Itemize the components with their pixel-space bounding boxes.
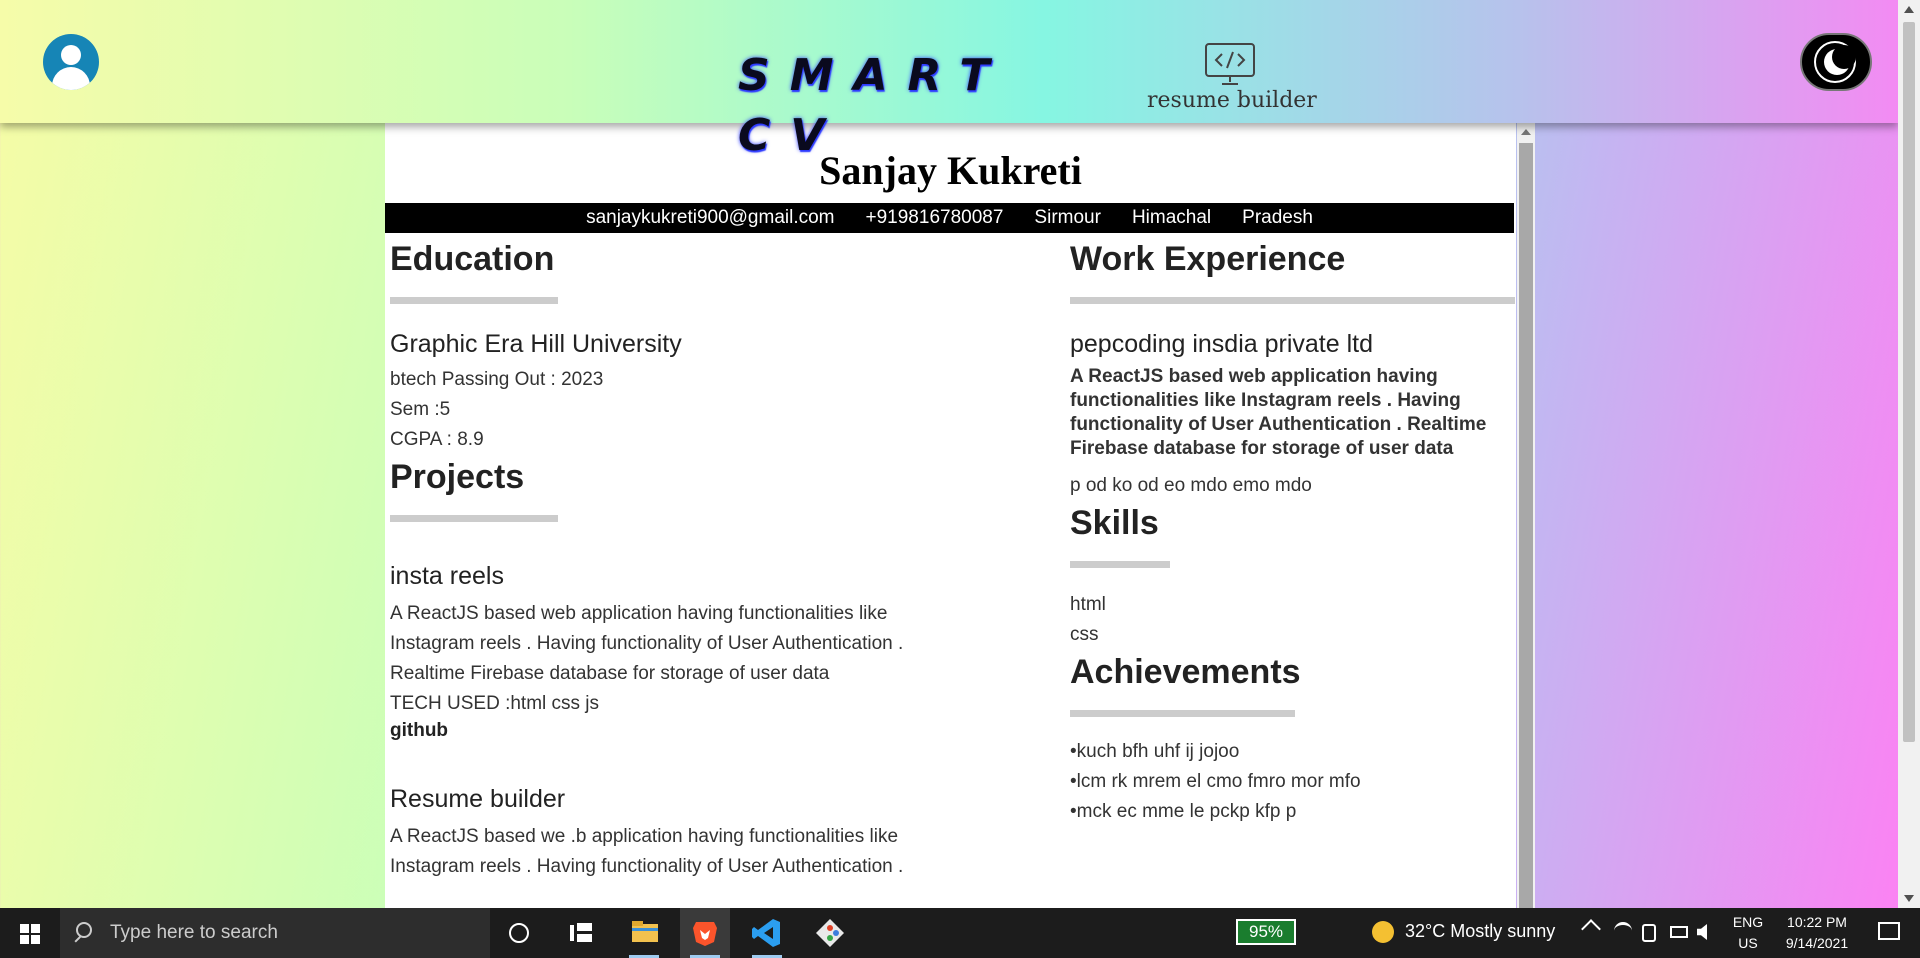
lang-line-2: US [1738, 935, 1758, 951]
project-tech: TECH USED :html css js [390, 693, 600, 714]
scrollbar-thumb[interactable] [1519, 143, 1533, 908]
resume-preview: Sanjay Kukreti sanjaykukreti900@gmail.co… [385, 123, 1516, 908]
scroll-up-icon[interactable] [1904, 6, 1914, 13]
skills-title: Skills [1070, 504, 1159, 542]
scroll-up-icon[interactable] [1521, 129, 1531, 135]
battery-app[interactable]: 95% [1236, 919, 1296, 945]
institution-name: Graphic Era Hill University [390, 330, 682, 358]
cortana-icon[interactable] [509, 923, 529, 943]
education-line: Sem :5 [390, 399, 451, 420]
chevron-up-icon[interactable] [1581, 919, 1601, 939]
task-view-icon[interactable] [570, 923, 592, 943]
project-description: A ReactJS based web application having f… [390, 603, 904, 684]
project-item: insta reels A ReactJS based web applicat… [390, 562, 1040, 743]
taskbar-search-box[interactable]: Type here to search [60, 908, 490, 958]
skill-item: css [1070, 624, 1099, 645]
clock-date: 9/14/2021 [1785, 935, 1849, 951]
clock-time: 10:22 PM [1787, 914, 1847, 930]
git-icon[interactable] [805, 908, 855, 958]
contact-city: Sirmour [1034, 207, 1101, 228]
project-description: A ReactJS based we .b application having… [390, 826, 904, 877]
network-icon[interactable] [1642, 924, 1656, 942]
battery-icon[interactable] [1670, 926, 1688, 938]
work-description: A ReactJS based web application having f… [1070, 366, 1487, 459]
skill-item: html [1070, 594, 1106, 615]
education-line: CGPA : 8.9 [390, 429, 484, 450]
contact-state-2: Pradesh [1242, 207, 1313, 228]
section-divider [390, 515, 558, 522]
contact-phone: +919816780087 [865, 207, 1004, 228]
project-name: Resume builder [390, 785, 566, 813]
project-name: insta reels [390, 562, 504, 590]
input-language[interactable]: ENG US [1728, 912, 1768, 954]
section-divider [1070, 710, 1295, 717]
education-line: btech Passing Out : 2023 [390, 369, 604, 390]
project-item: Resume builder A ReactJS based we .b app… [390, 785, 1040, 882]
contact-email: sanjaykukreti900@gmail.com [586, 207, 835, 228]
notification-icon[interactable] [1878, 922, 1900, 940]
weather-text[interactable]: 32°C Mostly sunny [1405, 921, 1555, 942]
windows-logo-icon [20, 924, 40, 944]
github-link[interactable]: github [390, 719, 1040, 743]
app-header: SMART CV resume builder [0, 0, 1898, 161]
work-experience-title: Work Experience [1070, 240, 1346, 278]
start-button[interactable] [0, 908, 60, 958]
projects-title: Projects [390, 458, 525, 496]
work-note: p od ko od eo mdo emo mdo [1070, 475, 1312, 496]
left-column: Education Graphic Era Hill University bt… [390, 233, 1040, 882]
section-divider [390, 297, 558, 304]
brand-subtitle: resume builder [1147, 88, 1317, 113]
achievement-item: •kuch bfh uhf ij jojoo [1070, 741, 1240, 762]
contact-state-1: Himachal [1131, 207, 1212, 228]
achievement-item: •mck ec mme le pckp kfp p [1070, 801, 1297, 822]
wifi-icon[interactable] [1614, 922, 1632, 940]
section-divider [1070, 561, 1170, 568]
battery-app-label: 95% [1248, 922, 1284, 941]
education-title: Education [390, 240, 555, 278]
achievement-item: •lcm rk mrem el cmo fmro mor mfo [1070, 771, 1361, 792]
file-explorer-icon[interactable] [619, 908, 669, 958]
lang-line-1: ENG [1732, 914, 1764, 930]
search-placeholder: Type here to search [110, 922, 278, 943]
achievements-title: Achievements [1070, 653, 1301, 691]
user-avatar-icon[interactable] [43, 34, 99, 90]
company-name: pepcoding insdia private ltd [1070, 330, 1373, 358]
scrollbar-thumb[interactable] [1903, 22, 1915, 742]
resume-name: Sanjay Kukreti [819, 148, 1082, 193]
brave-browser-icon[interactable] [680, 908, 730, 958]
code-monitor-icon [1205, 43, 1255, 85]
resume-scrollbar[interactable] [1517, 123, 1535, 908]
weather-icon[interactable] [1372, 921, 1394, 943]
page-scrollbar[interactable] [1898, 0, 1920, 908]
theme-toggle-button[interactable] [1800, 33, 1872, 91]
clock[interactable]: 10:22 PM 9/14/2021 [1770, 912, 1864, 954]
right-column: Work Experience pepcoding insdia private… [1070, 233, 1515, 827]
scroll-down-icon[interactable] [1904, 895, 1914, 902]
vscode-icon[interactable] [742, 908, 792, 958]
brand-title: SMART CV [738, 50, 1010, 161]
windows-taskbar: Type here to search 95% 32°C Mostly sunn… [0, 908, 1920, 958]
speaker-muted-icon[interactable] [1697, 924, 1707, 940]
contact-bar: sanjaykukreti900@gmail.com +919816780087… [385, 203, 1514, 233]
section-divider [1070, 297, 1515, 304]
